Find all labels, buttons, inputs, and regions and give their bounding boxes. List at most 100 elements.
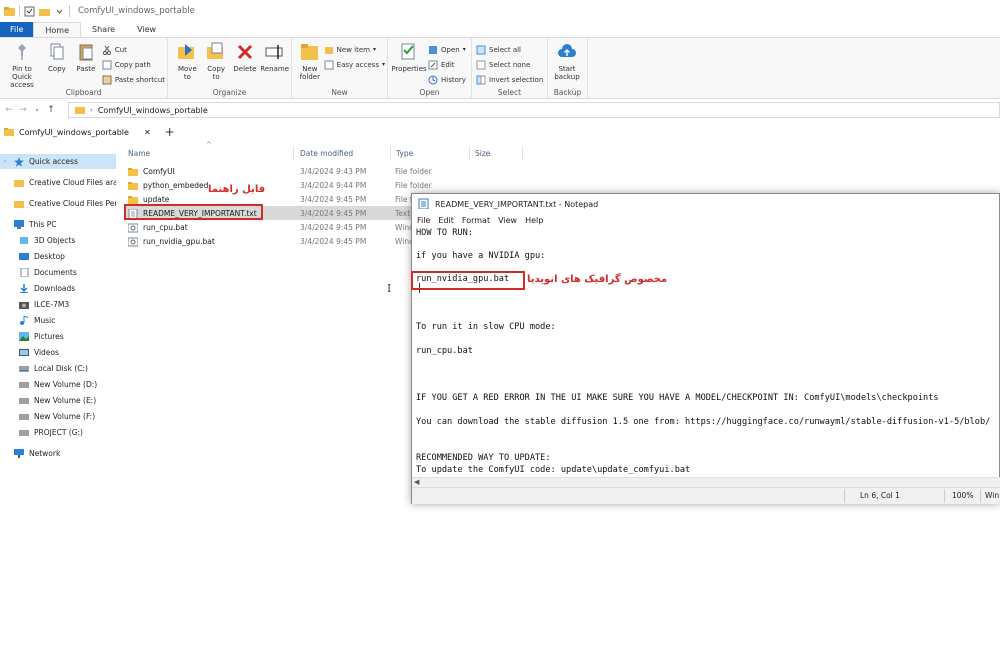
clipboard-group-label: Clipboard <box>65 88 102 97</box>
cursor-position: Ln 6, Col 1 <box>860 491 900 500</box>
nav-item-3d-objects[interactable]: 3D Objects <box>0 233 116 248</box>
notepad-title: README_VERY_IMPORTANT.txt - Notepad <box>435 199 599 209</box>
menu-help[interactable]: Help <box>525 216 543 225</box>
edit-button[interactable]: Edit <box>428 58 466 71</box>
folder-tabs-row: ComfyUI_windows_portable ✕ + <box>0 122 1000 142</box>
text-line: RECOMMENDED WAY TO UPDATE: <box>416 453 551 463</box>
nav-item-downloads[interactable]: Downloads <box>0 281 116 296</box>
text-line: HOW TO RUN: <box>416 228 473 238</box>
properties-check-icon[interactable] <box>24 6 35 17</box>
invert-selection-button[interactable]: Invert selection <box>476 73 543 86</box>
open-icon <box>428 45 438 55</box>
open-group-label: Open <box>419 88 440 97</box>
copy-to-icon <box>206 41 226 63</box>
table-row[interactable]: run_nvidia_gpu.bat 3/4/2024 9:45 PM Wind <box>124 234 420 248</box>
column-header-name[interactable]: Name <box>128 146 150 160</box>
file-date: 3/4/2024 9:45 PM <box>300 236 367 246</box>
nav-item-quick-access[interactable]: › Quick access <box>0 154 116 169</box>
nav-item-creative-cloud-2[interactable]: Creative Cloud Files Pers <box>0 196 116 211</box>
scroll-left-icon[interactable]: ◀ <box>414 478 419 486</box>
breadcrumb[interactable]: ComfyUI_windows_portable <box>98 106 208 115</box>
tab-share[interactable]: Share <box>81 22 126 37</box>
menu-edit[interactable]: Edit <box>438 216 454 225</box>
clipboard-group: Pin to Quick access Copy Paste Cut Copy … <box>0 38 168 98</box>
scissors-icon <box>102 45 112 55</box>
new-item-button[interactable]: New item ▾ <box>324 43 385 56</box>
nav-item-project-g[interactable]: PROJECT (G:) <box>0 425 116 440</box>
video-icon <box>19 348 29 357</box>
divider <box>293 146 294 160</box>
close-icon[interactable]: ✕ <box>144 128 151 137</box>
star-icon <box>14 157 24 167</box>
column-header-date[interactable]: Date modified <box>300 146 353 160</box>
table-row[interactable]: python_embeded 3/4/2024 9:44 PM File fol… <box>124 178 432 192</box>
nav-item-pictures[interactable]: Pictures <box>0 329 116 344</box>
notepad-text-area[interactable]: HOW TO RUN: if you have a NVIDIA gpu: ru… <box>416 228 1000 477</box>
new-tab-button[interactable]: + <box>159 125 181 139</box>
history-button[interactable]: History <box>428 73 466 86</box>
download-arrow-icon <box>19 284 29 293</box>
table-row[interactable]: run_cpu.bat 3/4/2024 9:45 PM Wind <box>124 220 420 234</box>
annotation-nvidia: مخصوص گرافیک های انویدیا <box>527 274 668 285</box>
delete-label: Delete <box>233 65 257 73</box>
nav-item-local-disk-c[interactable]: Local Disk (C:) <box>0 361 116 376</box>
horizontal-scrollbar[interactable]: ◀ <box>412 477 1000 487</box>
rename-label: Rename <box>260 65 290 73</box>
tab-view[interactable]: View <box>126 22 167 37</box>
menu-view[interactable]: View <box>498 216 517 225</box>
select-all-label: Select all <box>489 45 521 54</box>
open-button[interactable]: Open ▾ <box>428 43 466 56</box>
tab-file[interactable]: File <box>0 22 34 37</box>
up-arrow-icon[interactable]: ↑ <box>44 105 58 115</box>
select-all-button[interactable]: Select all <box>476 43 543 56</box>
notepad-menu-bar: File Edit Format View Help <box>412 214 999 227</box>
nav-item-camera-device[interactable]: ILCE-7M3 <box>0 297 116 312</box>
new-folder-icon[interactable] <box>39 6 50 17</box>
menu-format[interactable]: Format <box>462 216 490 225</box>
nav-item-label: Network <box>29 449 61 458</box>
nav-item-creative-cloud-1[interactable]: Creative Cloud Files aras <box>0 175 116 190</box>
batch-file-icon <box>128 223 139 232</box>
address-bar[interactable]: › ComfyUI_windows_portable <box>68 102 1000 118</box>
nav-item-volume-d[interactable]: New Volume (D:) <box>0 377 116 392</box>
copy-path-button[interactable]: Copy path <box>102 58 165 71</box>
menu-file[interactable]: File <box>417 216 430 225</box>
nav-item-volume-f[interactable]: New Volume (F:) <box>0 409 116 424</box>
breadcrumb-chevron-icon: › <box>90 106 93 114</box>
highlight-nvidia-line <box>411 271 525 290</box>
divider <box>390 146 391 160</box>
paste-shortcut-button[interactable]: Paste shortcut <box>102 73 165 86</box>
nav-item-label: New Volume (E:) <box>34 396 97 405</box>
chevron-down-icon[interactable] <box>54 6 65 17</box>
nav-item-label: 3D Objects <box>34 236 76 245</box>
forward-arrow-icon[interactable]: → <box>16 105 30 115</box>
recent-chevron-icon[interactable]: ▾ <box>30 107 44 114</box>
backup-group: Start backup Backup <box>548 38 588 98</box>
address-row: ← → ▾ ↑ › ComfyUI_windows_portable <box>0 100 1000 120</box>
select-none-button[interactable]: Select none <box>476 58 543 71</box>
easy-access-button[interactable]: Easy access ▾ <box>324 58 385 71</box>
camera-icon <box>19 300 29 309</box>
column-header-type[interactable]: Type <box>396 146 413 160</box>
folder-tab[interactable]: ComfyUI_windows_portable ✕ <box>0 122 159 142</box>
tab-home[interactable]: Home <box>33 22 82 37</box>
nav-item-volume-e[interactable]: New Volume (E:) <box>0 393 116 408</box>
drive-icon <box>19 428 29 437</box>
nav-item-videos[interactable]: Videos <box>0 345 116 360</box>
open-group: Properties Open ▾ Edit History Open <box>388 38 472 98</box>
new-group-label: New <box>331 88 348 97</box>
notepad-title-bar: README_VERY_IMPORTANT.txt - Notepad <box>412 194 999 214</box>
back-arrow-icon[interactable]: ← <box>2 105 16 115</box>
nav-item-documents[interactable]: Documents <box>0 265 116 280</box>
select-group-label: Select <box>497 88 522 97</box>
table-row[interactable]: ComfyUI 3/4/2024 9:43 PM File folder <box>124 164 432 178</box>
nav-item-desktop[interactable]: Desktop <box>0 249 116 264</box>
nav-item-this-pc[interactable]: This PC <box>0 217 116 232</box>
nav-item-music[interactable]: Music <box>0 313 116 328</box>
folder-icon <box>4 127 14 138</box>
picture-icon <box>19 332 29 341</box>
nav-item-network[interactable]: Network <box>0 446 116 461</box>
nav-item-label: Documents <box>34 268 77 277</box>
cut-button[interactable]: Cut <box>102 43 165 56</box>
column-header-size[interactable]: Size <box>475 146 490 160</box>
